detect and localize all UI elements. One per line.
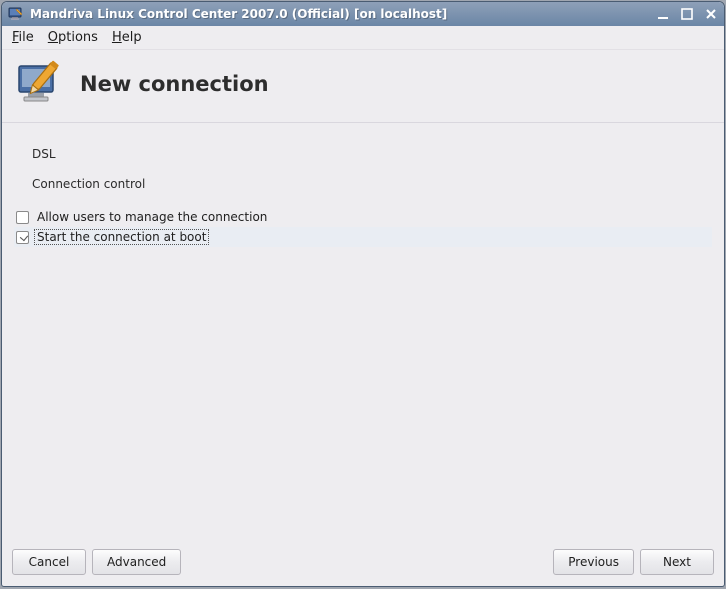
- window-frame: Mandriva Linux Control Center 2007.0 (Of…: [1, 1, 725, 587]
- advanced-button[interactable]: Advanced: [92, 549, 181, 575]
- page-header: New connection: [2, 50, 724, 123]
- previous-button[interactable]: Previous: [553, 549, 634, 575]
- checkbox-label: Start the connection at boot: [35, 230, 208, 244]
- close-icon[interactable]: [704, 7, 718, 21]
- menu-file[interactable]: File: [12, 30, 34, 45]
- page-title: New connection: [80, 72, 269, 96]
- checkbox-icon[interactable]: [16, 211, 29, 224]
- content-area: DSL Connection control Allow users to ma…: [2, 123, 724, 544]
- menu-bar: File Options Help: [2, 26, 724, 50]
- wizard-icon: [16, 60, 64, 108]
- cancel-button[interactable]: Cancel: [12, 549, 86, 575]
- maximize-icon[interactable]: [680, 7, 694, 21]
- button-bar: Cancel Advanced Previous Next: [2, 544, 724, 586]
- app-icon: [8, 6, 24, 22]
- checkbox-allow-users[interactable]: Allow users to manage the connection: [14, 207, 712, 227]
- next-button[interactable]: Next: [640, 549, 714, 575]
- menu-options[interactable]: Options: [48, 30, 98, 45]
- title-bar[interactable]: Mandriva Linux Control Center 2007.0 (Of…: [2, 2, 724, 26]
- checkbox-label: Allow users to manage the connection: [35, 210, 269, 224]
- section-label: DSL: [32, 147, 712, 161]
- subsection-label: Connection control: [32, 177, 712, 191]
- checkbox-start-at-boot[interactable]: Start the connection at boot: [14, 227, 712, 247]
- window-title: Mandriva Linux Control Center 2007.0 (Of…: [30, 7, 656, 21]
- menu-help[interactable]: Help: [112, 30, 142, 45]
- minimize-icon[interactable]: [656, 7, 670, 21]
- checkbox-icon[interactable]: [16, 231, 29, 244]
